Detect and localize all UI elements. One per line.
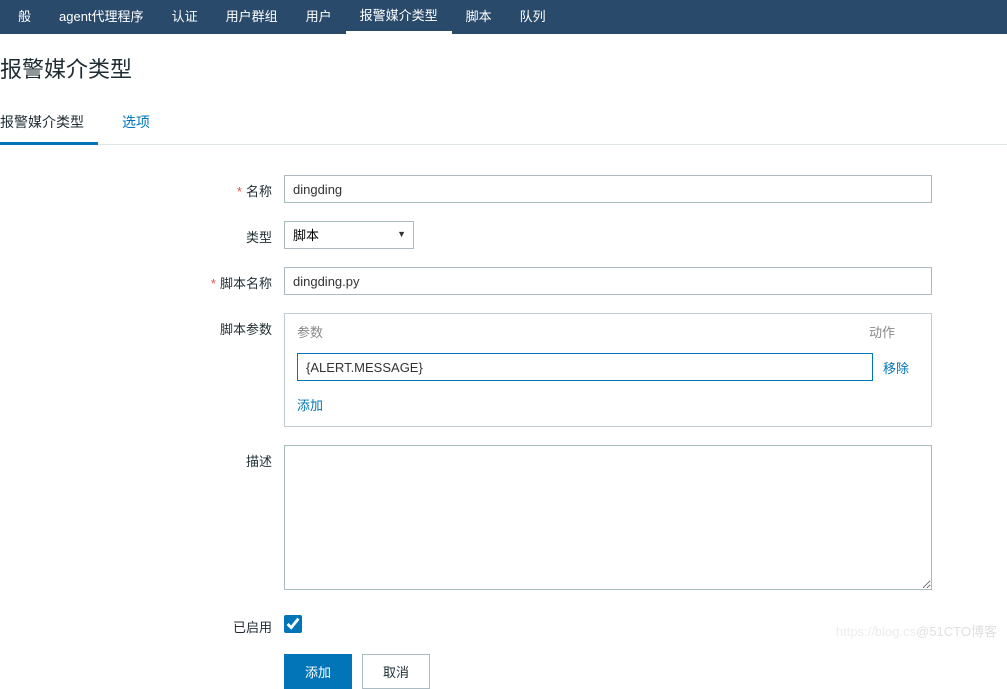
enabled-checkbox[interactable]: [284, 615, 302, 633]
param-input[interactable]: [297, 353, 873, 381]
name-input[interactable]: [284, 175, 932, 203]
add-param-link[interactable]: 添加: [297, 398, 323, 413]
nav-item-queue[interactable]: 队列: [506, 0, 560, 34]
tab-media-type[interactable]: 报警媒介类型: [0, 102, 98, 145]
cancel-button[interactable]: 取消: [362, 654, 430, 689]
nav-item-user-groups[interactable]: 用户群组: [212, 0, 292, 34]
params-table: 参数 动作 移除 添加: [284, 313, 932, 427]
remove-param-link[interactable]: 移除: [883, 361, 909, 376]
nav-item-scripts[interactable]: 脚本: [452, 0, 506, 34]
nav-item-agent[interactable]: agent代理程序: [45, 0, 158, 34]
nav-item-media-types[interactable]: 报警媒介类型: [346, 0, 452, 34]
nav-item-general[interactable]: 般: [4, 0, 45, 34]
params-header-param: 参数: [297, 322, 869, 341]
form: *名称 类型 脚本 *脚本名称 脚本参数: [0, 175, 1007, 689]
tab-options[interactable]: 选项: [122, 102, 164, 144]
script-params-label: 脚本参数: [0, 313, 284, 338]
type-label: 类型: [0, 221, 284, 246]
script-name-input[interactable]: [284, 267, 932, 295]
nav-item-users[interactable]: 用户: [292, 0, 346, 34]
params-header-action: 动作: [869, 322, 919, 341]
submit-button[interactable]: 添加: [284, 654, 352, 689]
params-row: 移除: [285, 349, 931, 385]
nav-item-auth[interactable]: 认证: [158, 0, 212, 34]
page-title: 报警媒介类型: [0, 34, 1007, 102]
name-label: *名称: [0, 175, 284, 200]
type-select[interactable]: 脚本: [284, 221, 414, 249]
enabled-label: 已启用: [0, 611, 284, 636]
description-textarea[interactable]: [284, 445, 932, 590]
script-name-label: *脚本名称: [0, 267, 284, 292]
description-label: 描述: [0, 445, 284, 470]
top-nav: 般 agent代理程序 认证 用户群组 用户 报警媒介类型 脚本 队列: [0, 0, 1007, 34]
tabs: 报警媒介类型 选项: [0, 102, 1007, 145]
